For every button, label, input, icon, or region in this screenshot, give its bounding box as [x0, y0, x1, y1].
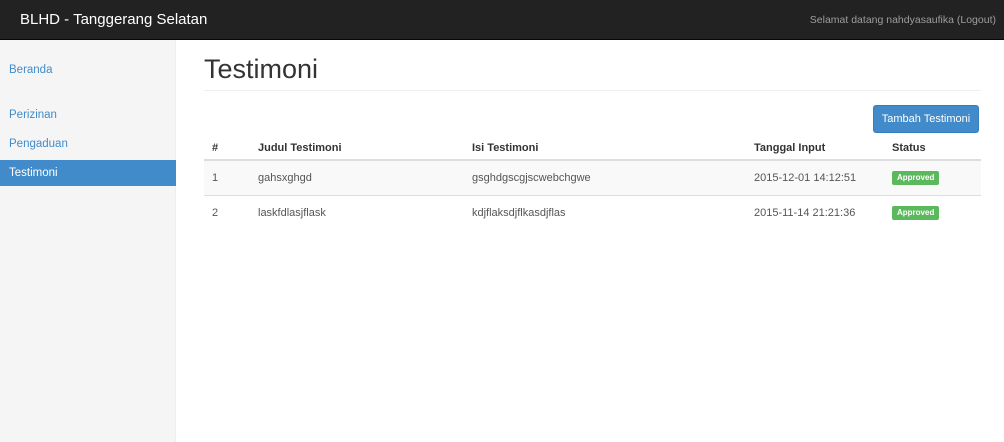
row-tanggal: 2015-11-14 21:21:36	[746, 194, 884, 230]
row-status-cell: Approved	[884, 194, 981, 230]
brand-link[interactable]: BLHD - Tanggerang Selatan	[20, 11, 207, 28]
add-testimoni-button[interactable]: Tambah Testimoni	[873, 105, 979, 133]
row-status-cell: Approved	[884, 159, 981, 195]
welcome-logout-link[interactable]: Selamat datang nahdyasaufika (Logout)	[810, 14, 996, 26]
row-judul: gahsxghgd	[250, 159, 464, 195]
testimoni-table: # Judul Testimoni Isi Testimoni Tanggal …	[204, 136, 981, 230]
sidebar-item-testimoni[interactable]: Testimoni	[0, 160, 176, 186]
main-content: Testimoni Tambah Testimoni # Judul Testi…	[176, 40, 1004, 442]
table-row: 1 gahsxghgd gsghdgscgjscwebchgwe 2015-12…	[204, 159, 981, 195]
title-divider	[204, 90, 981, 91]
sidebar: Beranda Perizinan Pengaduan Testimoni	[0, 40, 176, 442]
page-title: Testimoni	[204, 54, 319, 84]
row-number: 2	[204, 194, 250, 230]
column-header-judul: Judul Testimoni	[250, 136, 464, 161]
column-header-status: Status	[884, 136, 981, 161]
table-row: 2 laskfdlasjflask kdjflaksdjflkasdjflas …	[204, 194, 981, 230]
status-badge: Approved	[892, 205, 940, 220]
row-isi: gsghdgscgjscwebchgwe	[464, 159, 746, 195]
top-navbar: BLHD - Tanggerang Selatan Selamat datang…	[0, 0, 1004, 40]
table-header-row: # Judul Testimoni Isi Testimoni Tanggal …	[204, 136, 981, 161]
status-badge: Approved	[892, 170, 940, 185]
sidebar-item-beranda[interactable]: Beranda	[0, 57, 176, 83]
sidebar-item-pengaduan[interactable]: Pengaduan	[0, 131, 176, 157]
row-tanggal: 2015-12-01 14:12:51	[746, 159, 884, 195]
row-isi: kdjflaksdjflkasdjflas	[464, 194, 746, 230]
column-header-tanggal: Tanggal Input	[746, 136, 884, 161]
row-number: 1	[204, 159, 250, 195]
column-header-number: #	[204, 136, 250, 161]
column-header-isi: Isi Testimoni	[464, 136, 746, 161]
sidebar-item-perizinan[interactable]: Perizinan	[0, 102, 176, 128]
row-judul: laskfdlasjflask	[250, 194, 464, 230]
